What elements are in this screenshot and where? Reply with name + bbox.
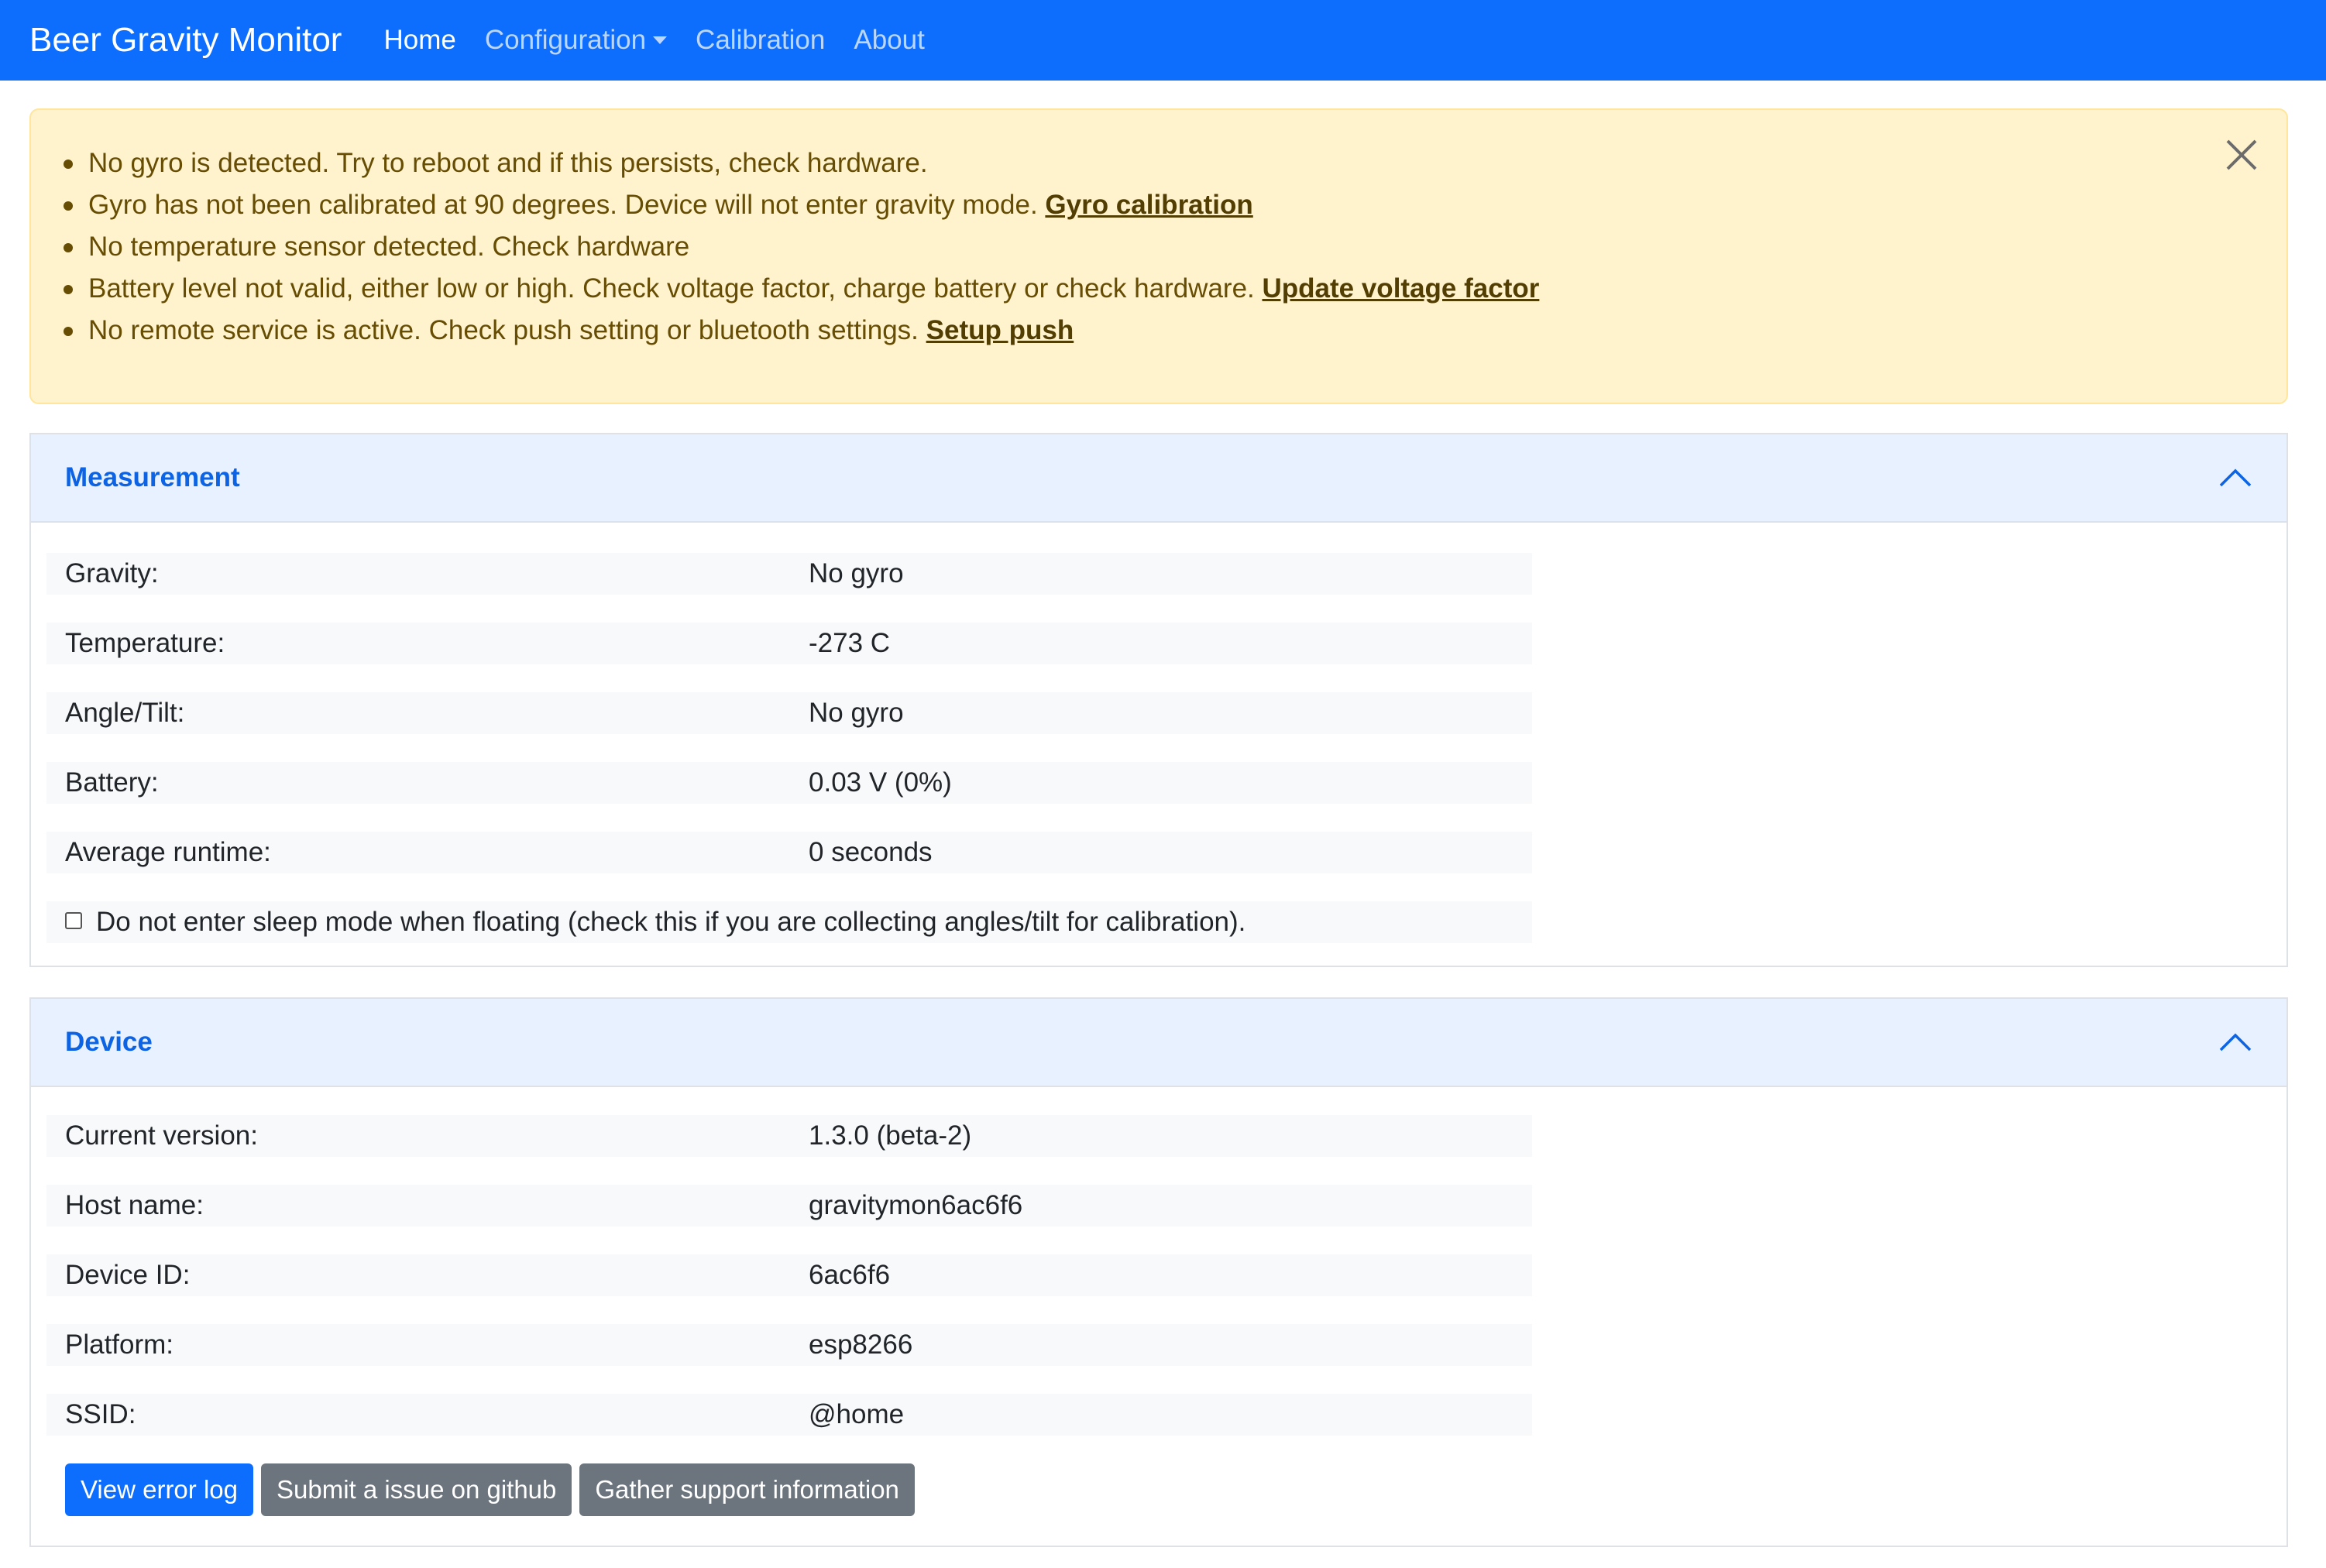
version-value: 1.3.0 (beta-2) <box>809 1120 972 1151</box>
hostname-label: Host name: <box>65 1190 204 1220</box>
temperature-value: -273 C <box>809 628 891 658</box>
gravity-row: Gravity: No gyro <box>46 553 1532 595</box>
measurement-accordion: Measurement Gravity: No gyro Temperature… <box>29 433 2288 967</box>
warning-item-battery: Battery level not valid, either low or h… <box>63 268 1540 310</box>
warning-item-gyro-calibration: Gyro has not been calibrated at 90 degre… <box>63 184 1539 226</box>
nav-configuration-label: Configuration <box>484 25 647 55</box>
gravity-label: Gravity: <box>65 558 159 588</box>
platform-label: Platform: <box>65 1330 174 1360</box>
submit-github-issue-button[interactable]: Submit a issue on github <box>260 1463 572 1516</box>
runtime-value: 0 seconds <box>809 837 933 867</box>
gravity-value: No gyro <box>809 558 904 588</box>
chevron-up-icon <box>2219 1033 2252 1052</box>
temperature-label: Temperature: <box>65 628 225 658</box>
view-error-log-button[interactable]: View error log <box>65 1463 253 1516</box>
device-actions: View error log Submit a issue on github … <box>65 1463 922 1516</box>
ssid-label: SSID: <box>65 1399 136 1429</box>
version-row: Current version: 1.3.0 (beta-2) <box>46 1115 1532 1157</box>
battery-value: 0.03 V (0%) <box>809 767 952 798</box>
hostname-value: gravitymon6ac6f6 <box>809 1190 1023 1220</box>
hostname-row: Host name: gravitymon6ac6f6 <box>46 1185 1532 1227</box>
brand-title[interactable]: Beer Gravity Monitor <box>29 21 342 60</box>
platform-row: Platform: esp8266 <box>46 1324 1532 1366</box>
chevron-up-icon <box>2219 468 2252 487</box>
temperature-row: Temperature: -273 C <box>46 623 1532 664</box>
update-voltage-factor-link[interactable]: Update voltage factor <box>1263 273 1540 304</box>
device-id-value: 6ac6f6 <box>809 1260 891 1290</box>
sleep-mode-row: Do not enter sleep mode when floating (c… <box>46 901 1532 943</box>
battery-label: Battery: <box>65 767 159 798</box>
caret-down-icon <box>653 36 668 44</box>
gyro-calibration-link[interactable]: Gyro calibration <box>1045 190 1252 220</box>
ssid-value: @home <box>809 1399 905 1429</box>
platform-value: esp8266 <box>809 1330 913 1360</box>
runtime-row: Average runtime: 0 seconds <box>46 832 1532 873</box>
warning-item-no-gyro: No gyro is detected. Try to reboot and i… <box>63 142 1539 184</box>
warning-list: No gyro is detected. Try to reboot and i… <box>63 142 1540 352</box>
navbar: Beer Gravity Monitor Home Configuration … <box>0 0 2326 81</box>
nav-calibration[interactable]: Calibration <box>696 25 825 56</box>
nav-links: Home Configuration Calibration About <box>383 25 953 56</box>
device-id-label: Device ID: <box>65 1260 191 1290</box>
nav-configuration-dropdown[interactable]: Configuration <box>484 25 668 56</box>
nav-about[interactable]: About <box>854 25 924 56</box>
device-accordion-header[interactable]: Device <box>31 999 2286 1087</box>
warning-item-remote-service: No remote service is active. Check push … <box>63 310 1539 352</box>
angle-label: Angle/Tilt: <box>65 698 185 728</box>
measurement-accordion-header[interactable]: Measurement <box>31 434 2286 523</box>
nav-home[interactable]: Home <box>383 25 455 56</box>
measurement-title: Measurement <box>65 462 240 492</box>
sleep-mode-checkbox[interactable] <box>65 912 82 929</box>
warning-item-temp-sensor: No temperature sensor detected. Check ha… <box>63 226 1539 268</box>
close-icon[interactable] <box>2223 136 2260 173</box>
battery-row: Battery: 0.03 V (0%) <box>46 762 1532 804</box>
warning-alert: No gyro is detected. Try to reboot and i… <box>29 108 2288 404</box>
device-id-row: Device ID: 6ac6f6 <box>46 1254 1532 1296</box>
setup-push-link[interactable]: Setup push <box>926 315 1074 345</box>
device-title: Device <box>65 1027 153 1057</box>
angle-row: Angle/Tilt: No gyro <box>46 692 1532 734</box>
ssid-row: SSID: @home <box>46 1394 1532 1436</box>
sleep-mode-label[interactable]: Do not enter sleep mode when floating (c… <box>96 901 1245 943</box>
runtime-label: Average runtime: <box>65 837 271 867</box>
angle-value: No gyro <box>809 698 904 728</box>
device-accordion: Device Current version: 1.3.0 (beta-2) H… <box>29 997 2288 1547</box>
gather-support-info-button[interactable]: Gather support information <box>579 1463 915 1516</box>
version-label: Current version: <box>65 1120 258 1151</box>
